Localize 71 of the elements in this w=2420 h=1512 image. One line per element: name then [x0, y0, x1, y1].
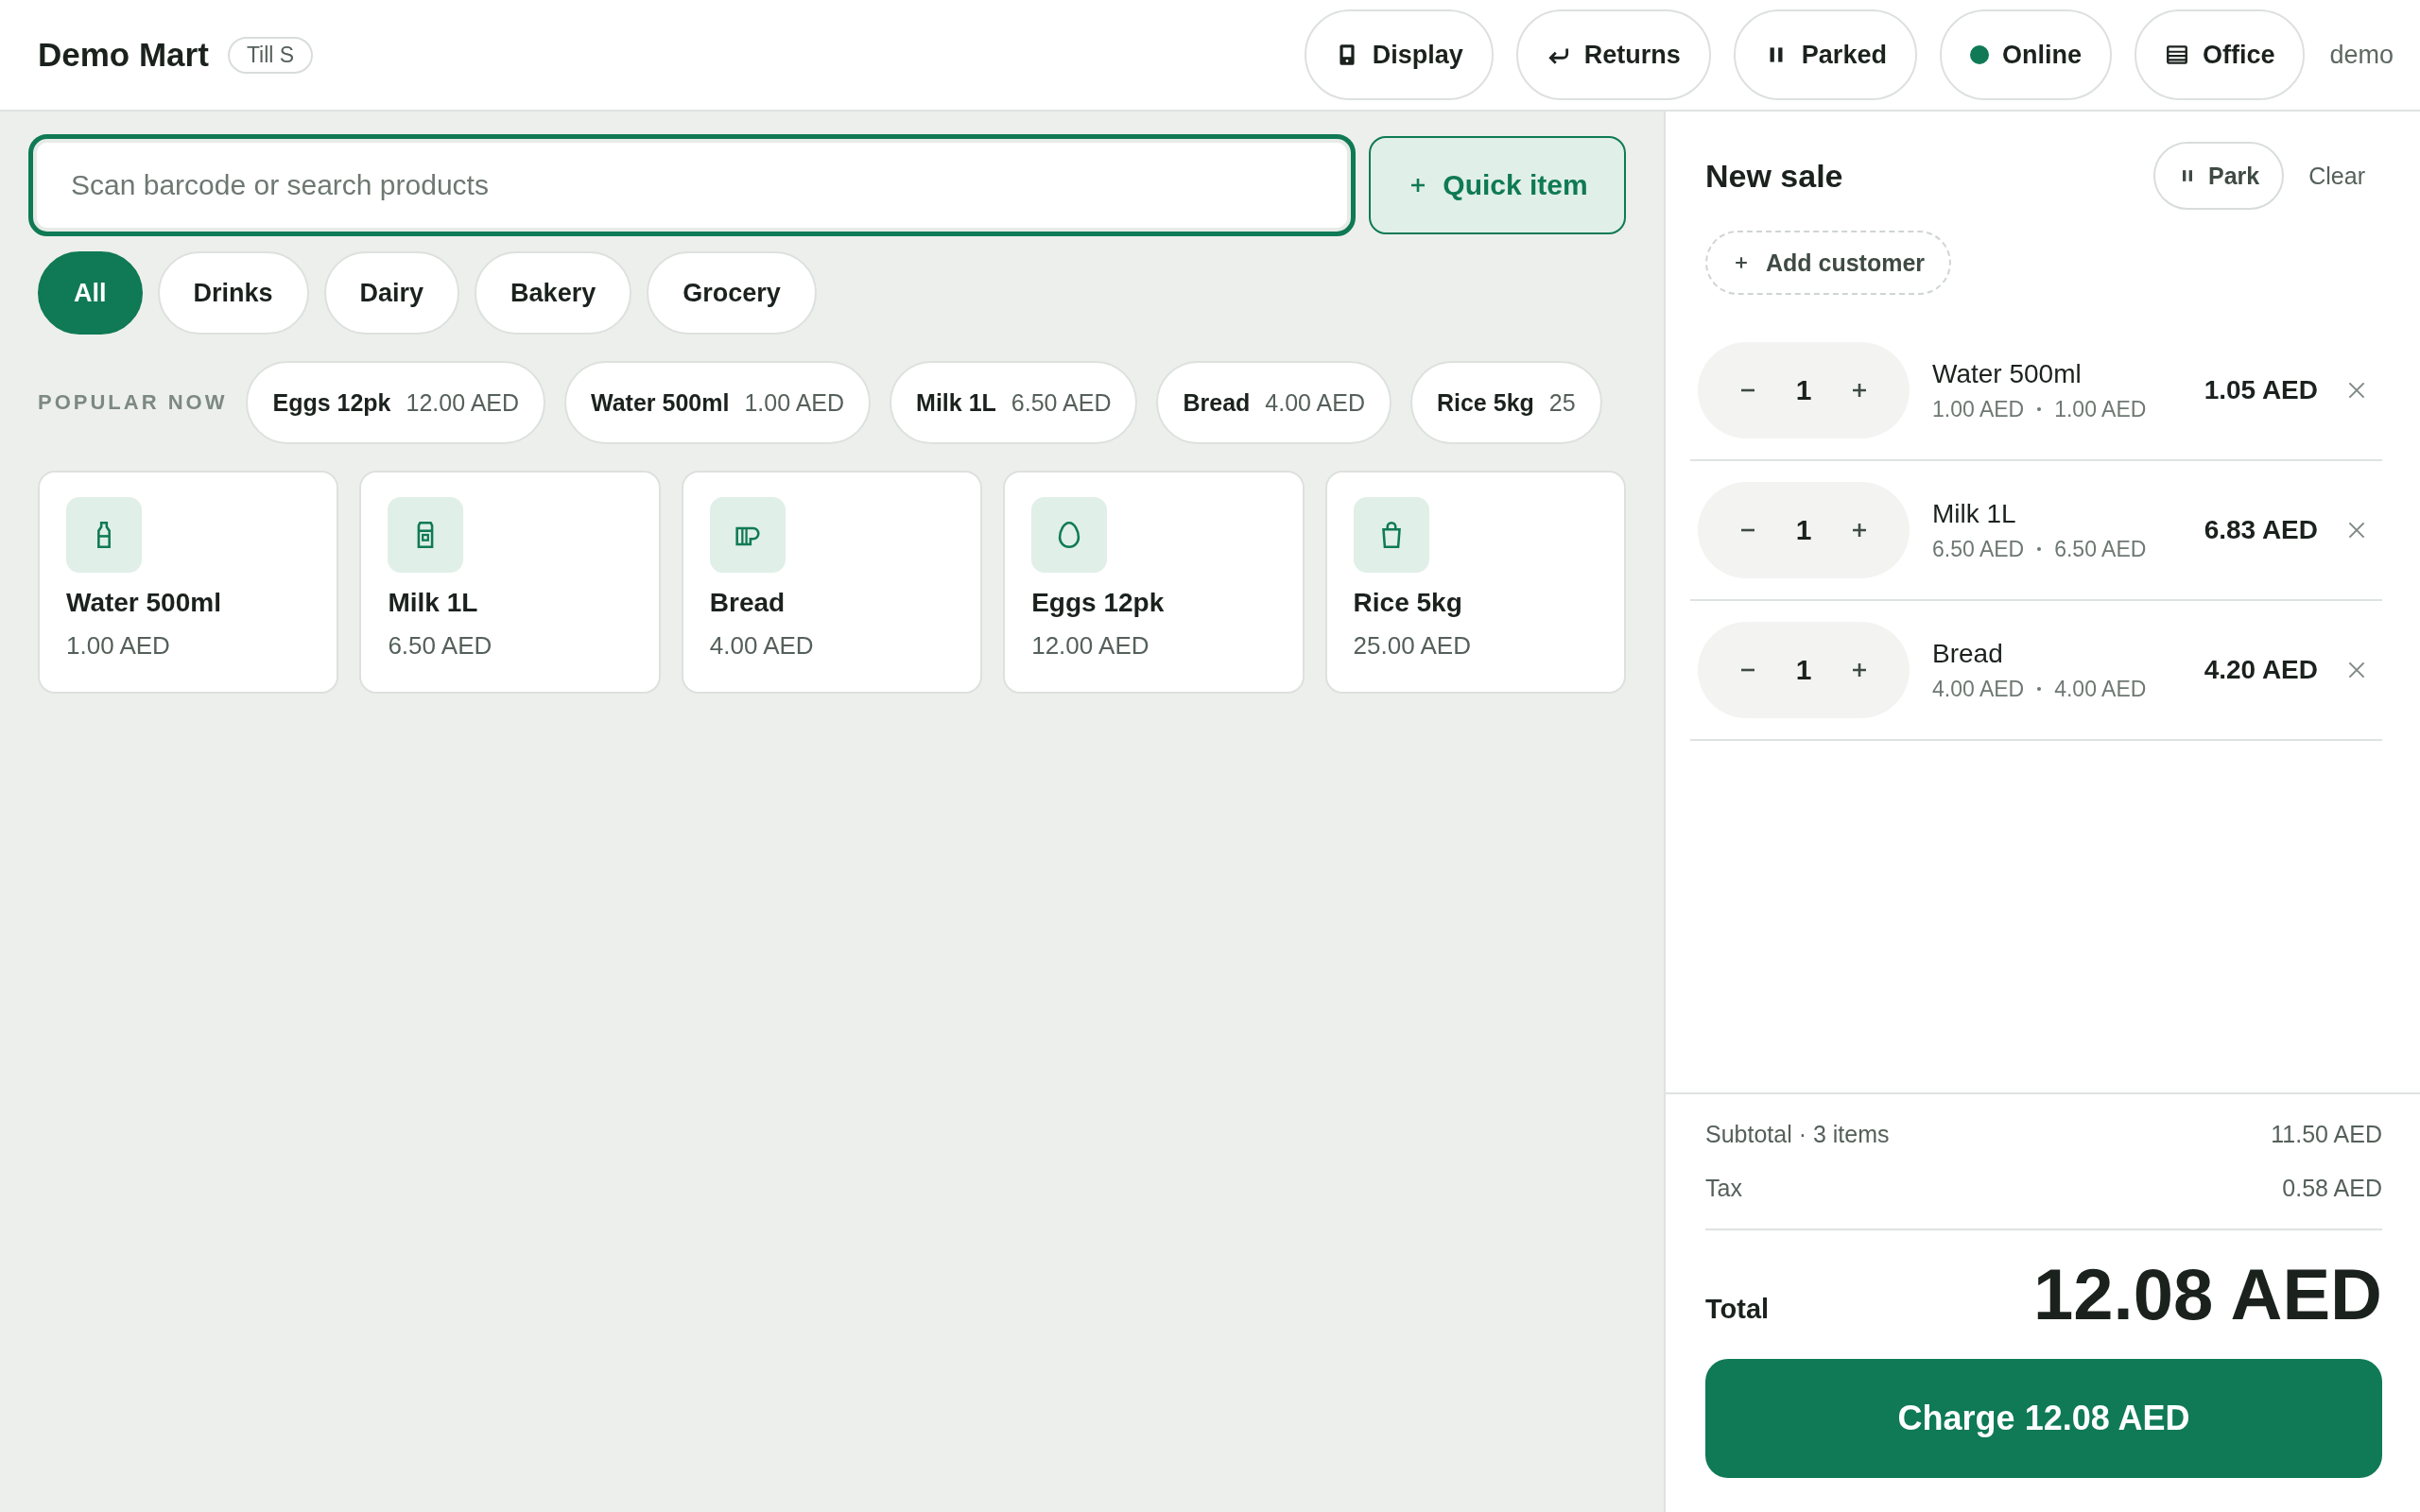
list-icon [2164, 43, 2189, 67]
unit-price: 4.00 AED [1932, 676, 2025, 702]
section-label: POPULAR NOW [38, 390, 228, 415]
product-card[interactable]: Bread 4.00 AED [681, 471, 983, 694]
office-button[interactable]: Office [2134, 9, 2306, 100]
store-name: Demo Mart [38, 36, 209, 74]
unit-price: 1.00 AED [1932, 396, 2025, 422]
popular-chip[interactable]: Milk 1L 6.50 AED [890, 361, 1138, 444]
quick-item-button[interactable]: Quick item [1369, 136, 1626, 234]
product-name: Water 500ml [66, 588, 222, 618]
summary-value: 11.50 AED [2271, 1121, 2382, 1148]
item-name: Water 500ml [1932, 358, 2083, 389]
popular-chip[interactable]: Bread 4.00 AED [1156, 361, 1392, 444]
status-button[interactable]: Online [1939, 9, 2112, 100]
separator-dot [2037, 547, 2042, 551]
item-name: Milk 1L [1932, 498, 2017, 529]
product-name: Bread [709, 588, 786, 618]
quantity-value: 1 [1795, 654, 1812, 686]
parked-button[interactable]: Parked [1733, 9, 1917, 100]
sale-title: New sale [1705, 157, 1843, 195]
bottle-icon [66, 497, 142, 573]
line-total: 6.83 AED [2204, 515, 2318, 545]
separator-dot [2037, 687, 2042, 691]
display-button[interactable]: Display [1304, 9, 1494, 100]
egg-icon [1031, 497, 1108, 573]
quantity-value: 1 [1795, 514, 1812, 546]
quantity-value: 1 [1795, 374, 1812, 406]
line-total: 4.20 AED [2204, 655, 2318, 685]
item-price: 4.00 AED [2054, 676, 2147, 702]
separator-dot [2037, 407, 2042, 411]
category-tab[interactable]: Bakery [475, 251, 632, 335]
total-amount: 12.08 AED [2033, 1259, 2382, 1331]
category-tab[interactable]: Grocery [647, 251, 817, 335]
product-name: Rice 5kg [1353, 588, 1463, 618]
charge-button[interactable]: Charge 12.08 AED [1705, 1359, 2382, 1478]
summary-label: Subtotal · 3 items [1705, 1121, 1890, 1148]
category-tab[interactable]: Dairy [323, 251, 460, 335]
category-tab[interactable]: Drinks [157, 251, 309, 335]
item-price: 1.00 AED [2054, 396, 2147, 422]
unit-price: 6.50 AED [1932, 536, 2025, 562]
product-card[interactable]: Milk 1L 6.50 AED [359, 471, 661, 694]
carton-icon [388, 497, 464, 573]
product-price: 4.00 AED [709, 631, 815, 661]
product-price: 25.00 AED [1353, 631, 1472, 661]
search-field[interactable]: Scan barcode or search products [28, 134, 1356, 236]
product-price: 12.00 AED [1031, 631, 1150, 661]
bag-icon [1353, 497, 1429, 573]
till-badge: Till S [227, 36, 314, 74]
item-name: Bread [1932, 638, 2004, 669]
popular-chip[interactable]: Rice 5kg 25 [1409, 361, 1602, 444]
item-price: 6.50 AED [2054, 536, 2147, 562]
product-name: Milk 1L [388, 588, 479, 618]
product-card[interactable]: Eggs 12pk 12.00 AED [1003, 471, 1305, 694]
line-total: 1.05 AED [2204, 375, 2318, 405]
park-button[interactable]: Park [2153, 142, 2285, 210]
product-card[interactable]: Rice 5kg 25.00 AED [1324, 471, 1626, 694]
popular-chip[interactable]: Water 500ml 1.00 AED [564, 361, 872, 444]
returns-button[interactable]: Returns [1515, 9, 1711, 100]
clear-button[interactable]: Clear [2308, 162, 2382, 190]
add-customer-button[interactable]: Add customer [1705, 231, 1952, 295]
product-card[interactable]: Water 500ml 1.00 AED [38, 471, 339, 694]
total-label: Total [1705, 1294, 1770, 1326]
product-price: 1.00 AED [66, 631, 171, 661]
summary-label: Tax [1705, 1175, 1742, 1202]
category-tab[interactable]: All [38, 251, 143, 335]
popular-chip[interactable]: Eggs 12pk 12.00 AED [246, 361, 546, 444]
user-name: demo [2329, 40, 2394, 70]
product-price: 6.50 AED [388, 631, 493, 661]
product-name: Eggs 12pk [1031, 588, 1166, 618]
loaf-icon [709, 497, 786, 573]
summary-value: 0.58 AED [2282, 1175, 2382, 1202]
